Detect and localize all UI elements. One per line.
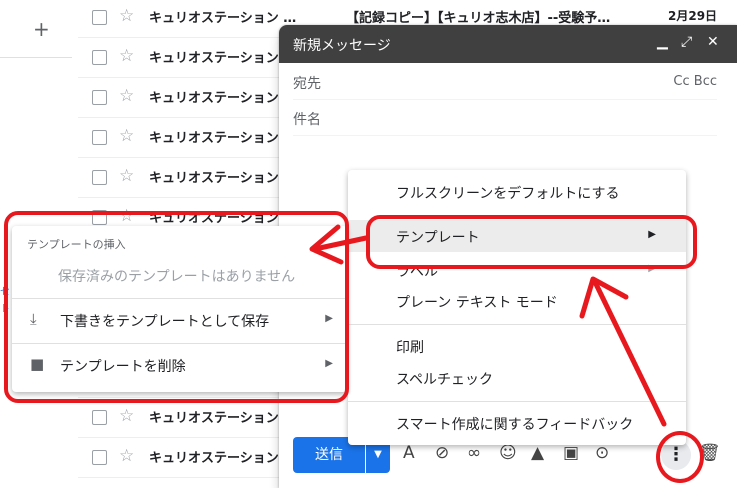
annotation-arrows (309, 224, 667, 427)
annotation-arrow-up (592, 279, 667, 427)
